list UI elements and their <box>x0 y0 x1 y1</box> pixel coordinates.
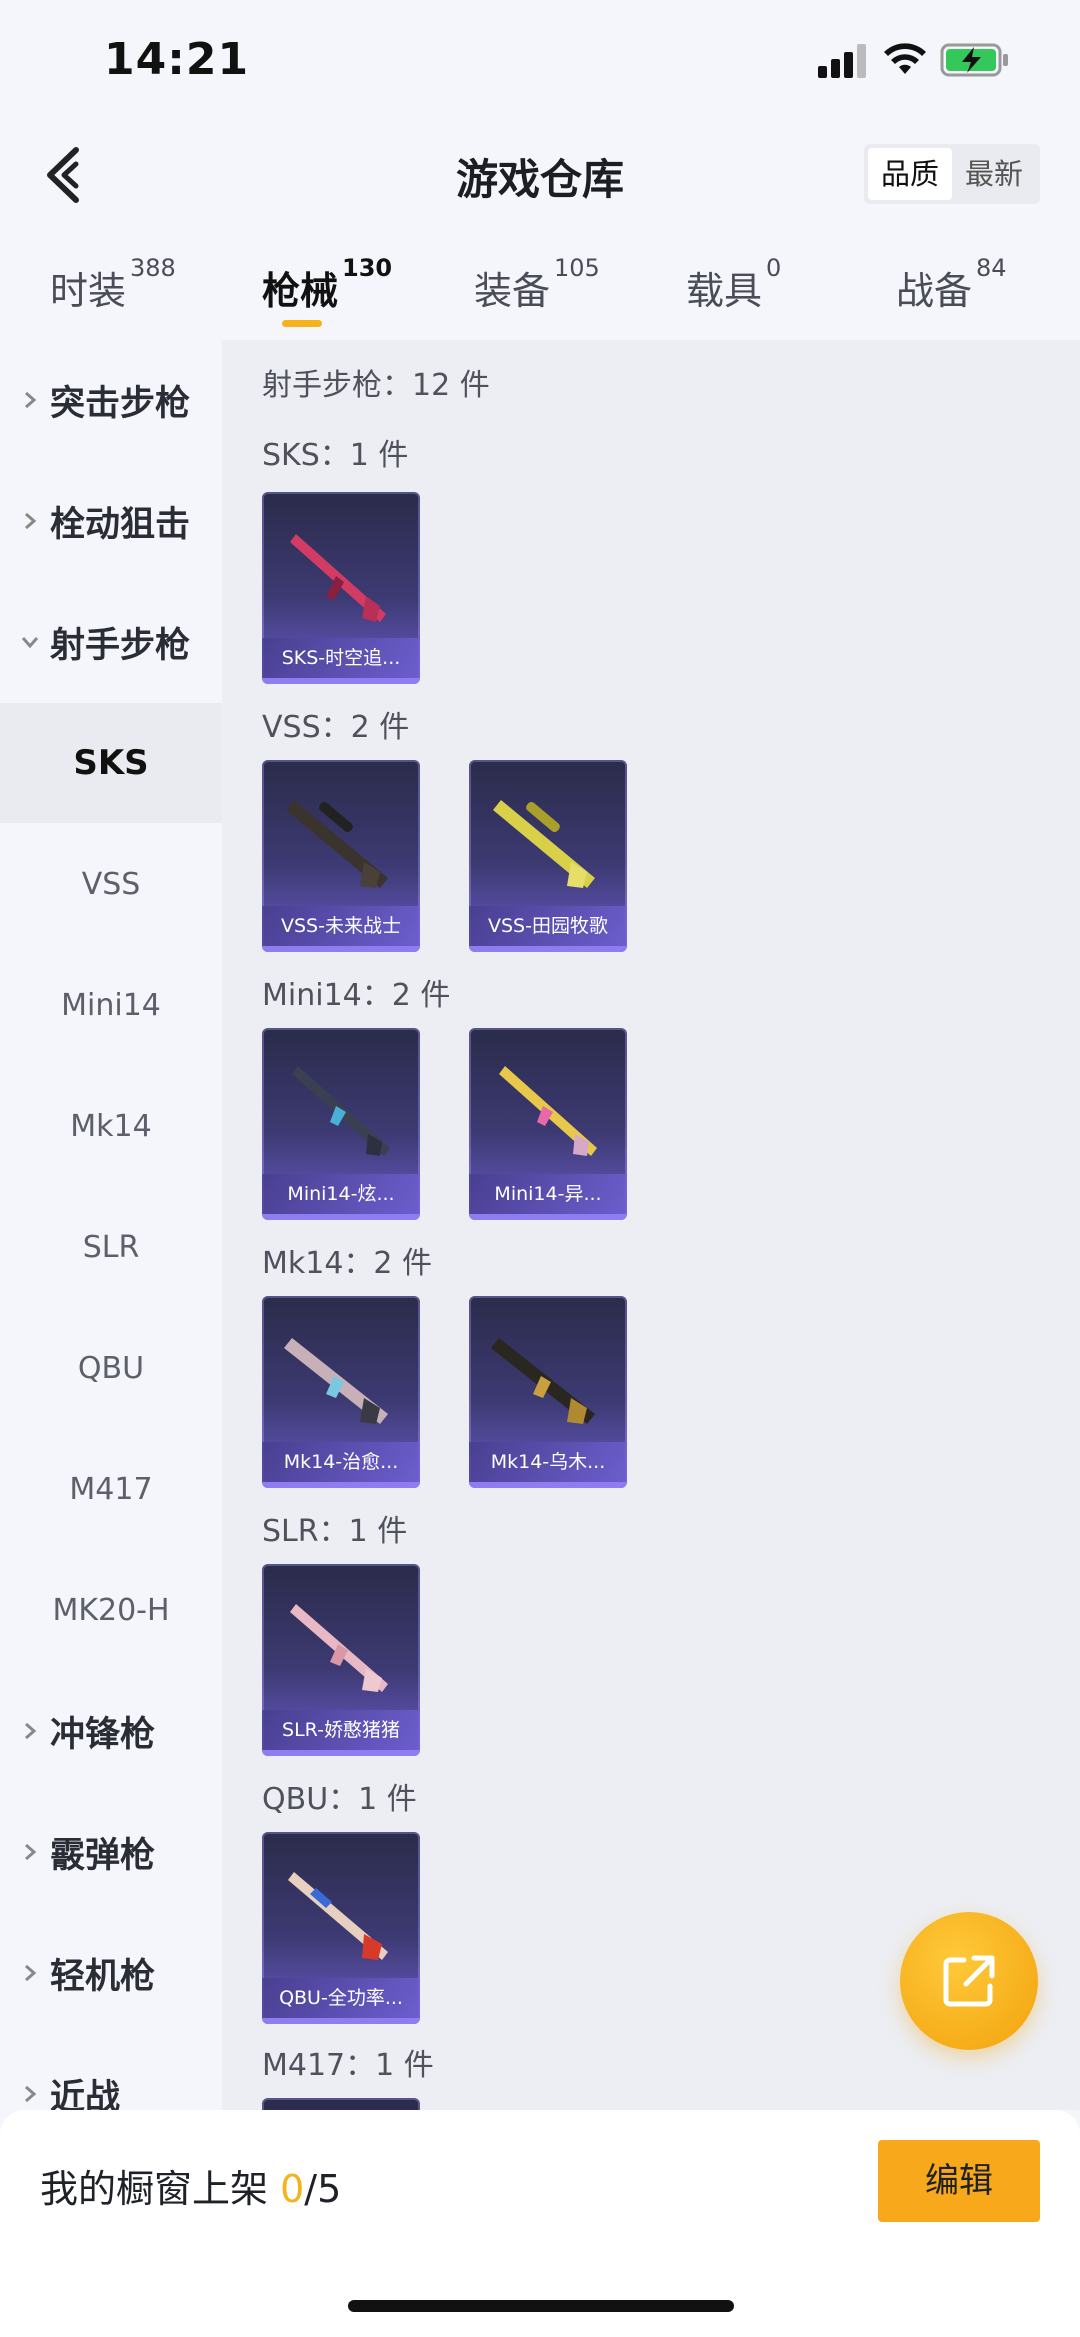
rarity-bar <box>469 1482 627 1488</box>
rifle-skin-icon <box>286 800 388 888</box>
rarity-bar <box>262 2018 420 2024</box>
rarity-bar <box>262 1750 420 1756</box>
rarity-bar <box>262 946 420 952</box>
rifle-skin-icon <box>292 1066 390 1156</box>
sidebar-item-lmg[interactable]: 轻机枪 <box>0 1913 222 2033</box>
skin-card-label: Mk14-乌木... <box>469 1442 627 1482</box>
group-label-mini14: Mini14：2 件 <box>262 978 451 1013</box>
group-label-qbu: QBU：1 件 <box>262 1782 417 1817</box>
rarity-bar <box>469 1214 627 1220</box>
skin-card-qbu-1[interactable]: QBU-全功率... <box>262 1832 420 2024</box>
tab-fashion[interactable]: 时装388 <box>50 254 176 315</box>
showcase-current-count: 0 <box>280 2167 305 2211</box>
sidebar-item-m417[interactable]: M417 <box>0 1429 222 1549</box>
chevron-right-icon <box>25 1722 37 1740</box>
skin-card-sks-1[interactable]: SKS-时空追... <box>262 492 420 684</box>
skin-card-slr-1[interactable]: SLR-娇憨猪猪 <box>262 1564 420 1756</box>
chevron-right-icon <box>25 391 37 409</box>
rifle-skin-icon <box>284 1338 388 1424</box>
tab-vehicles[interactable]: 载具0 <box>686 254 781 315</box>
category-tabs: 时装388 枪械130 装备105 载具0 战备84 <box>0 250 1080 340</box>
skin-card-label: Mini14-炫... <box>262 1174 420 1214</box>
rifle-skin-icon <box>290 1604 388 1692</box>
rifle-skin-icon <box>493 800 595 888</box>
skin-card-label: QBU-全功率... <box>262 1978 420 2018</box>
rarity-bar <box>262 678 420 684</box>
sidebar-item-shotgun[interactable]: 霰弹枪 <box>0 1792 222 1912</box>
sort-newest-button[interactable]: 最新 <box>952 148 1036 200</box>
sidebar-item-qbu[interactable]: QBU <box>0 1308 222 1428</box>
sidebar-item-slr[interactable]: SLR <box>0 1187 222 1307</box>
sidebar-item-assault-rifle[interactable]: 突击步枪 <box>0 340 222 460</box>
tab-guns[interactable]: 枪械130 <box>262 254 392 315</box>
edit-showcase-button[interactable]: 编辑 <box>878 2140 1040 2222</box>
active-tab-indicator <box>282 320 322 327</box>
skin-card-label: VSS-田园牧歌 <box>469 906 627 946</box>
skin-card-mk14-2[interactable]: Mk14-乌木... <box>469 1296 627 1488</box>
skin-card-label: Mk14-治愈... <box>262 1442 420 1482</box>
section-title: 射手步枪：12 件 <box>262 368 490 403</box>
wifi-icon <box>884 43 926 74</box>
status-bar: 14:21 <box>0 0 1080 120</box>
tab-equipment[interactable]: 装备105 <box>474 254 600 315</box>
sidebar-item-mini14[interactable]: Mini14 <box>0 945 222 1065</box>
skin-card-label: VSS-未来战士 <box>262 906 420 946</box>
skin-card-m417-1[interactable] <box>262 2098 420 2110</box>
skin-card-mini14-2[interactable]: Mini14-异... <box>469 1028 627 1220</box>
sidebar-item-mk20h[interactable]: MK20-H <box>0 1550 222 1670</box>
sidebar-item-marksman-rifle[interactable]: 射手步枪 <box>0 582 222 702</box>
sidebar-item-smg[interactable]: 冲锋枪 <box>0 1671 222 1791</box>
battery-charging-icon <box>940 43 1008 77</box>
showcase-status: 我的橱窗上架 0/5 <box>40 2167 342 2211</box>
group-label-slr: SLR：1 件 <box>262 1514 408 1549</box>
chevron-right-icon <box>25 1964 37 1982</box>
showcase-total-count: /5 <box>304 2167 342 2211</box>
skin-card-label: Mini14-异... <box>469 1174 627 1214</box>
sidebar-item-melee[interactable]: 近战 <box>0 2034 222 2110</box>
sidebar-item-sks[interactable]: SKS <box>0 703 222 823</box>
skin-card-label: SLR-娇憨猪猪 <box>262 1710 420 1750</box>
share-icon <box>943 1955 995 2007</box>
group-label-mk14: Mk14：2 件 <box>262 1246 433 1281</box>
group-label-vss: VSS：2 件 <box>262 710 410 745</box>
tab-gear[interactable]: 战备84 <box>896 254 1007 315</box>
sort-quality-button[interactable]: 品质 <box>868 148 952 200</box>
sidebar-item-vss[interactable]: VSS <box>0 824 222 944</box>
chevron-right-icon <box>25 512 37 530</box>
chevron-right-icon <box>25 1843 37 1861</box>
weapon-skin-list: 射手步枪：12 件 SKS：1 件 SKS-时空追... VSS：2 件 VSS… <box>222 340 1080 2110</box>
skin-card-mini14-1[interactable]: Mini14-炫... <box>262 1028 420 1220</box>
skin-card-vss-2[interactable]: VSS-田园牧歌 <box>469 760 627 952</box>
cellular-signal-icon <box>818 44 870 78</box>
group-label-sks: SKS：1 件 <box>262 438 409 473</box>
rarity-bar <box>469 946 627 952</box>
share-button[interactable] <box>900 1912 1038 2050</box>
status-time: 14:21 <box>104 34 250 85</box>
chevron-down-icon <box>21 637 39 649</box>
rifle-skin-icon <box>491 1338 595 1424</box>
skin-card-mk14-1[interactable]: Mk14-治愈... <box>262 1296 420 1488</box>
rarity-bar <box>262 1482 420 1488</box>
weapon-category-sidebar: 突击步枪 栓动狙击 射手步枪 SKS VSS Mini14 Mk14 SLR Q… <box>0 340 222 2110</box>
sidebar-item-bolt-sniper[interactable]: 栓动狙击 <box>0 461 222 581</box>
sort-toggle: 品质 最新 <box>864 144 1040 204</box>
rifle-skin-icon <box>288 1872 388 1960</box>
sidebar-item-mk14[interactable]: Mk14 <box>0 1066 222 1186</box>
chevron-right-icon <box>25 2085 37 2103</box>
rifle-skin-icon <box>290 534 386 622</box>
group-label-m417: M417：1 件 <box>262 2048 434 2083</box>
rifle-skin-icon <box>499 1066 597 1156</box>
skin-card-label: SKS-时空追... <box>262 638 420 678</box>
skin-card-vss-1[interactable]: VSS-未来战士 <box>262 760 420 952</box>
rarity-bar <box>262 1214 420 1220</box>
game-warehouse-page: 14:21 游戏仓库 品质 最新 时装388 枪械130 装备105 载具0 战… <box>0 0 1080 2337</box>
home-indicator[interactable] <box>348 2300 734 2312</box>
